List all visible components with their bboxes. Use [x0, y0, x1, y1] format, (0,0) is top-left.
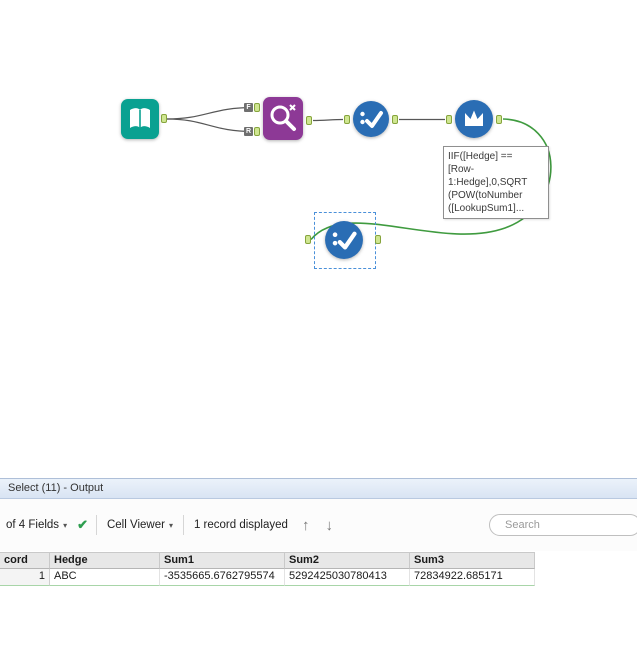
table-row[interactable]: 1 ABC -3535665.6762795574 52924250307804…	[0, 569, 535, 586]
cell-viewer-dropdown[interactable]: Cell Viewer ▾	[101, 519, 179, 531]
tool-find-replace[interactable]	[262, 95, 304, 147]
anchor-label-r: R	[244, 127, 253, 136]
select-icon	[353, 101, 389, 137]
toolbar-divider	[182, 515, 184, 535]
column-header-sum1[interactable]: Sum1	[160, 552, 285, 569]
find-replace-icon	[263, 97, 303, 140]
record-count-label: 1 record displayed	[193, 519, 288, 531]
anchor-select-input[interactable]	[344, 115, 350, 124]
grid-header-row: cord Hedge Sum1 Sum2 Sum3	[0, 552, 535, 569]
select-output-icon	[325, 221, 363, 259]
search-box[interactable]	[489, 514, 637, 536]
wire-findreplace-to-select	[312, 118, 344, 122]
anchor-findreplace-f-input[interactable]	[254, 103, 260, 112]
anchor-output-select-output[interactable]	[375, 235, 381, 244]
results-toolbar: of 4 Fields ▾ ✔ Cell Viewer ▾ 1 record d…	[0, 499, 637, 551]
wire-input-to-f	[166, 106, 254, 120]
column-header-record[interactable]: cord	[0, 552, 50, 569]
anchor-findreplace-output[interactable]	[306, 116, 312, 125]
column-header-sum2[interactable]: Sum2	[285, 552, 410, 569]
data-quality-check-icon[interactable]: ✔	[73, 517, 92, 533]
cell-viewer-label: Cell Viewer	[106, 519, 165, 531]
chevron-down-icon: ▾	[63, 520, 68, 530]
cell-sum3[interactable]: 72834922.685171	[410, 569, 535, 586]
anchor-output-select-input[interactable]	[305, 235, 311, 244]
anchor-multirow-input[interactable]	[446, 115, 452, 124]
formula-annotation: IIF([Hedge] == [Row- 1:Hedge],0,SQRT (PO…	[443, 146, 549, 219]
cell-sum1[interactable]: -3535665.6762795574	[160, 569, 285, 586]
anchor-input-output[interactable]	[161, 114, 167, 123]
results-grid: cord Hedge Sum1 Sum2 Sum3 1 ABC -3535665…	[0, 552, 535, 586]
fields-dropdown[interactable]: of 4 Fields ▾	[0, 519, 73, 531]
tool-multi-row-formula[interactable]	[454, 99, 494, 144]
cell-sum2[interactable]: 5292425030780413	[285, 569, 410, 586]
anchor-label-f: F	[244, 103, 253, 112]
cell-record-number[interactable]: 1	[0, 569, 50, 586]
anchor-findreplace-r-input[interactable]	[254, 127, 260, 136]
fields-dropdown-label: of 4 Fields	[6, 519, 60, 531]
results-panel: Select (11) - Output of 4 Fields ▾ ✔ Cel…	[0, 478, 637, 662]
anchor-multirow-output[interactable]	[496, 115, 502, 124]
previous-record-arrow-icon[interactable]: ↑	[294, 517, 318, 534]
chevron-down-icon: ▾	[168, 520, 173, 530]
tool-select[interactable]	[352, 100, 390, 143]
column-header-hedge[interactable]: Hedge	[50, 552, 160, 569]
wire-input-to-r	[166, 118, 254, 133]
column-header-sum3[interactable]: Sum3	[410, 552, 535, 569]
results-panel-title: Select (11) - Output	[0, 479, 637, 499]
anchor-select-output[interactable]	[392, 115, 398, 124]
search-input[interactable]	[503, 518, 637, 532]
tool-input-data[interactable]	[120, 97, 160, 146]
toolbar-divider	[95, 515, 97, 535]
cell-hedge[interactable]: ABC	[50, 569, 160, 586]
tool-select-output[interactable]	[324, 220, 364, 265]
multi-row-formula-icon	[455, 100, 493, 138]
next-record-arrow-icon[interactable]: ↓	[317, 517, 341, 534]
input-data-icon	[121, 99, 159, 139]
